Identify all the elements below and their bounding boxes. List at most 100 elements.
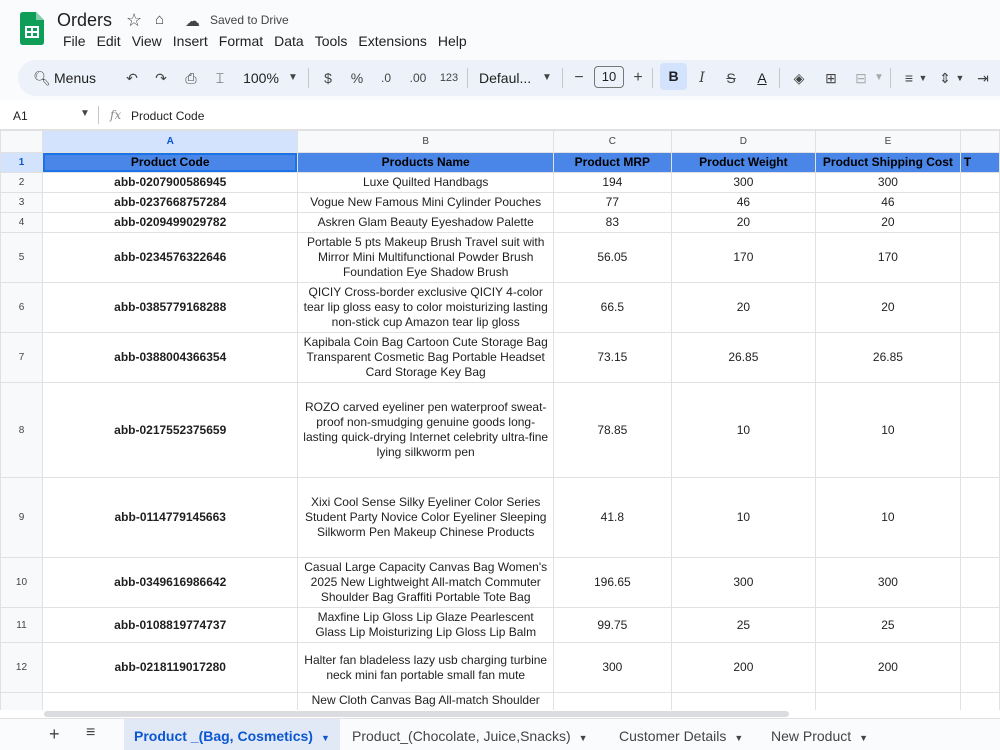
currency-format-button[interactable]: $ [318,66,338,90]
cell-product-code[interactable]: abb-0114779145663 [41,477,299,558]
italic-button[interactable]: I [692,66,712,90]
cell-product-weight[interactable]: 10 [670,477,817,558]
number-format-button[interactable]: 123 [436,66,462,90]
cell-shipping-cost[interactable]: 46 [815,192,961,213]
column-header-e[interactable]: E [815,130,961,153]
cell-product-code[interactable]: abb-0234576322646 [41,232,299,283]
menu-file[interactable]: File [58,33,91,50]
undo-icon[interactable]: ↶ [122,66,142,90]
cell-product-code[interactable]: abb-0388004366354 [41,332,299,383]
cell-product-mrp[interactable]: 56.05 [552,232,672,283]
add-sheet-icon[interactable]: + [49,724,60,745]
cell-product-name[interactable]: Portable 5 pts Makeup Brush Travel suit … [297,232,554,283]
cell-overflow[interactable] [959,192,1000,213]
row-number[interactable]: 2 [0,172,43,193]
menu-extensions[interactable]: Extensions [353,33,431,50]
decrease-font-size-button[interactable]: − [571,66,587,90]
cell-product-code[interactable]: abb-0108819774737 [41,607,299,643]
cell-product-weight[interactable]: 26.85 [670,332,817,383]
search-icon[interactable]: 🔍︎ [32,66,52,90]
cell-overflow[interactable] [959,172,1000,193]
header-cell-overflow[interactable]: T [959,152,1000,173]
cell-overflow[interactable] [959,557,1000,608]
cell-shipping-cost[interactable]: 300 [815,557,961,608]
cell-shipping-cost[interactable]: 26.85 [815,332,961,383]
cell-product-name[interactable]: Kapibala Coin Bag Cartoon Cute Storage B… [297,332,554,383]
cell-product-mrp[interactable] [552,692,672,710]
cell-overflow[interactable] [959,692,1000,710]
cell-shipping-cost[interactable]: 170 [815,232,961,283]
row-number[interactable]: 11 [0,607,43,643]
cell-product-weight[interactable]: 25 [670,607,817,643]
cell-shipping-cost[interactable]: 200 [815,642,961,693]
increase-decimal-button[interactable]: .00 [404,66,432,90]
row-number[interactable] [0,692,43,710]
cell-product-weight[interactable]: 200 [670,642,817,693]
cell-shipping-cost[interactable] [815,692,961,710]
chevron-down-icon[interactable]: ▼ [872,66,886,90]
cell-overflow[interactable] [959,382,1000,478]
cell-shipping-cost[interactable]: 25 [815,607,961,643]
font-size-input[interactable]: 10 [594,66,624,88]
cell-product-name[interactable]: Maxfine Lip Gloss Lip Glaze Pearlescent … [297,607,554,643]
row-number[interactable]: 3 [0,192,43,213]
column-header-f[interactable] [959,130,1000,153]
cell-product-weight[interactable]: 300 [670,172,817,193]
cell-product-weight[interactable]: 46 [670,192,817,213]
cell-product-mrp[interactable]: 83 [552,212,672,233]
menu-insert[interactable]: Insert [168,33,213,50]
chevron-down-icon[interactable]: ▼ [321,733,330,743]
cell-overflow[interactable] [959,642,1000,693]
cell-product-mrp[interactable]: 194 [552,172,672,193]
cell-product-name[interactable]: New Cloth Canvas Bag All-match Shoulder [297,692,554,710]
row-number[interactable]: 12 [0,642,43,693]
cell-product-code[interactable]: abb-0218119017280 [41,642,299,693]
vertical-align-icon[interactable]: ⇕ [935,66,955,90]
header-cell-products-name[interactable]: Products Name [297,152,554,173]
column-header-a[interactable]: A [41,130,299,153]
menu-tools[interactable]: Tools [310,33,353,50]
header-cell-product-weight[interactable]: Product Weight [670,152,817,173]
cell-product-code[interactable]: abb-0237668757284 [41,192,299,213]
menu-view[interactable]: View [127,33,167,50]
scrollbar-thumb[interactable] [44,711,789,717]
cell-overflow[interactable] [959,477,1000,558]
cell-product-mrp[interactable]: 196.65 [552,557,672,608]
strikethrough-button[interactable]: S [721,66,741,90]
menu-data[interactable]: Data [269,33,309,50]
zoom-select[interactable]: 100% [240,66,282,90]
sheet-tab-customer-details[interactable]: Customer Details ▼ [609,719,753,750]
document-title[interactable]: Orders [57,10,112,31]
cell-overflow[interactable] [959,282,1000,333]
cell-product-mrp[interactable]: 300 [552,642,672,693]
cell-product-code[interactable]: abb-0217552375659 [41,382,299,478]
menu-edit[interactable]: Edit [92,33,126,50]
cell-overflow[interactable] [959,212,1000,233]
row-number[interactable]: 10 [0,557,43,608]
row-number[interactable]: 7 [0,332,43,383]
cell-product-code[interactable]: abb-0209499029782 [41,212,299,233]
chevron-down-icon[interactable]: ▼ [917,66,929,90]
cell-shipping-cost[interactable]: 20 [815,212,961,233]
cell-product-mrp[interactable]: 73.15 [552,332,672,383]
percent-format-button[interactable]: % [346,66,368,90]
formula-input[interactable]: Product Code [131,109,204,123]
all-sheets-menu-icon[interactable]: ≡ [86,724,95,742]
row-number[interactable]: 6 [0,282,43,333]
cell-shipping-cost[interactable]: 10 [815,477,961,558]
column-header-b[interactable]: B [297,130,554,153]
cell-shipping-cost[interactable]: 20 [815,282,961,333]
cell-product-code[interactable]: abb-0207900586945 [41,172,299,193]
star-icon[interactable]: ☆ [126,10,142,31]
cell-product-name[interactable]: Vogue New Famous Mini Cylinder Pouches [297,192,554,213]
select-all-corner[interactable] [0,130,43,153]
cell-product-code[interactable] [41,692,299,710]
cell-product-code[interactable]: abb-0385779168288 [41,282,299,333]
cell-product-name[interactable]: Casual Large Capacity Canvas Bag Women's… [297,557,554,608]
cell-overflow[interactable] [959,332,1000,383]
cell-product-mrp[interactable]: 66.5 [552,282,672,333]
cell-product-weight[interactable] [670,692,817,710]
header-cell-product-mrp[interactable]: Product MRP [552,152,672,173]
chevron-down-icon[interactable]: ▼ [80,108,90,119]
chevron-down-icon[interactable]: ▼ [286,66,300,90]
